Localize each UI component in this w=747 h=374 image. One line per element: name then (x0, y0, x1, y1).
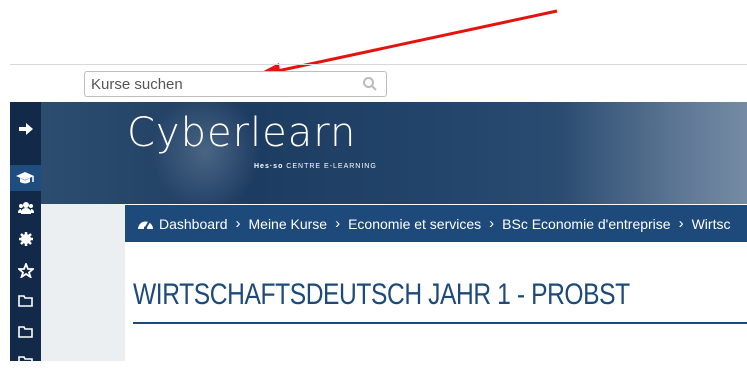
folder-icon (18, 355, 33, 368)
folder-icon (18, 294, 33, 307)
breadcrumb-item-my-courses[interactable]: Meine Kurse (249, 216, 328, 232)
page-title: WIRTSCHAFTSDEUTSCH JAHR 1 - PROBST (133, 278, 630, 311)
star-icon (17, 262, 34, 278)
search-icon[interactable] (362, 76, 378, 97)
sidebar-item-favourites[interactable] (10, 257, 41, 283)
sidebar-item-courses[interactable] (10, 165, 41, 191)
sidebar-item-settings[interactable] (10, 226, 41, 252)
gear-icon (18, 232, 33, 246)
sidebar-item-participants[interactable] (10, 195, 41, 221)
left-panel-background (41, 204, 125, 361)
graduation-cap-icon (15, 172, 34, 184)
dashboard-icon (137, 217, 154, 231)
sidebar (10, 102, 41, 368)
chevron-right-icon: › (678, 215, 684, 232)
course-search-input[interactable] (91, 74, 351, 94)
breadcrumb-item-dashboard[interactable]: Dashboard (159, 216, 228, 232)
folder-icon (18, 325, 33, 338)
logo-sub-brand: Hes·so (254, 163, 284, 170)
header-divider (10, 64, 747, 65)
breadcrumb-item-course[interactable]: Wirtsc (692, 216, 731, 232)
cyberlearn-logo[interactable]: Cyberlearn (127, 109, 356, 157)
sidebar-item-folder-1[interactable] (10, 287, 41, 313)
breadcrumb: Dashboard › Meine Kurse › Economie et se… (125, 205, 747, 242)
logo-subtitle: Hes·so CENTRE E-LEARNING (254, 163, 377, 170)
chevron-right-icon: › (235, 215, 241, 232)
sidebar-toggle[interactable] (10, 116, 41, 142)
title-underline (133, 322, 747, 324)
sidebar-item-folder-3[interactable] (10, 348, 41, 374)
breadcrumb-item-programme[interactable]: BSc Economie d'entreprise (502, 216, 670, 232)
chevron-right-icon: › (489, 215, 495, 232)
logo-sub-text: CENTRE E-LEARNING (286, 163, 377, 170)
breadcrumb-item-category[interactable]: Economie et services (348, 216, 481, 232)
sidebar-item-folder-2[interactable] (10, 318, 41, 344)
chevron-right-icon: › (335, 215, 341, 232)
course-search (84, 71, 387, 97)
users-icon (17, 202, 34, 214)
arrow-right-icon (18, 123, 33, 135)
